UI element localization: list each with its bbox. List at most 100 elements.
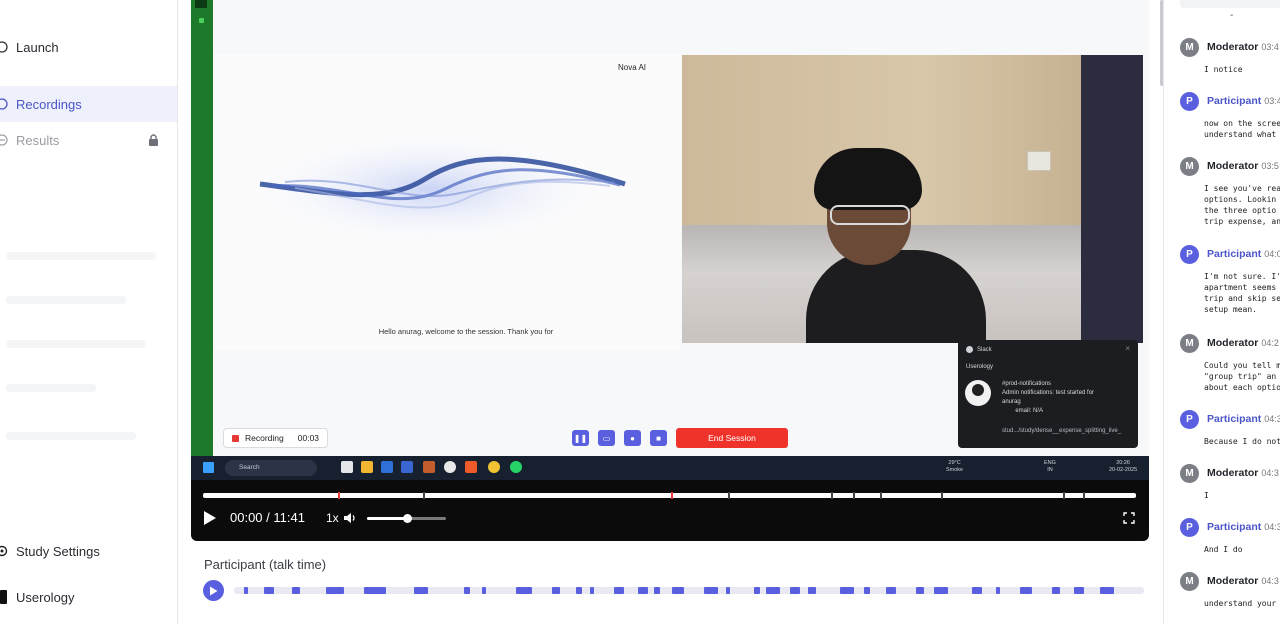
org-name: Userology xyxy=(16,589,75,605)
timestamp: 04:3 xyxy=(1261,468,1279,478)
transcript-entry[interactable]: M Moderator 04:3 I xyxy=(1180,463,1280,501)
timestamp: 04:0 xyxy=(1264,249,1280,259)
talk-segment xyxy=(552,587,560,594)
transcript-entry[interactable]: P Participant04:3 Because I do not xyxy=(1180,409,1280,447)
lock-icon xyxy=(149,134,158,146)
sidebar-item-label: Launch xyxy=(16,39,59,55)
transcript-entry-header: P Participant04:0 xyxy=(1180,244,1280,264)
recording-time: 00:03 xyxy=(297,433,320,443)
recording-indicator: Recording 00:03 xyxy=(223,428,329,448)
transcript-text: I xyxy=(1204,491,1209,500)
timestamp: 04:2 xyxy=(1261,338,1279,348)
talk-segment xyxy=(576,587,582,594)
playback-speed-button[interactable]: 1x xyxy=(326,511,339,525)
chrome-icon xyxy=(444,461,456,473)
speaker-name: Moderator xyxy=(1207,467,1259,479)
seek-bar[interactable] xyxy=(203,492,1136,499)
transcript-text: I see you've rea options. Lookin the thr… xyxy=(1204,184,1280,226)
sidebar: Launch Recordings Results Study Settings… xyxy=(0,0,178,624)
talk-segment xyxy=(704,587,718,594)
talk-segment xyxy=(464,587,470,594)
timestamp: 03:4 xyxy=(1264,96,1280,106)
slack-notification: Slack × Userology #prod-notifications Ad… xyxy=(958,340,1138,448)
transcript-entry[interactable]: M Moderator 03:4 I notice xyxy=(1180,37,1280,75)
app-icon xyxy=(381,461,393,473)
transcript-entry-header: M Moderator 04:3 xyxy=(1180,571,1280,591)
talk-segment xyxy=(864,587,870,594)
transcript-panel: - MModerator03:4I noticePParticipant03:4… xyxy=(1163,0,1280,624)
talk-time-play-button[interactable] xyxy=(203,580,224,601)
record-icon xyxy=(0,98,8,110)
taskbar-clock: 20:26 20-02-2025 xyxy=(1109,460,1138,474)
recorded-window-edge xyxy=(191,0,213,456)
sidebar-item-recordings[interactable]: Recordings xyxy=(0,86,177,122)
timestamp: 04:3 xyxy=(1261,576,1279,586)
transcript-entry[interactable]: P Participant04:3 And I do xyxy=(1180,517,1280,555)
talk-segment xyxy=(264,587,274,594)
talk-segment xyxy=(996,587,1000,594)
sidebar-item-launch[interactable]: Launch xyxy=(0,29,177,65)
avatar: P xyxy=(1180,409,1199,429)
volume-slider[interactable] xyxy=(367,514,446,523)
speaker-name: Participant xyxy=(1207,413,1262,425)
taskbar-search: Search xyxy=(225,460,317,476)
transcript-entry-header: P Participant04:3 xyxy=(1180,517,1280,537)
transcript-text: I notice xyxy=(1204,65,1243,74)
org-switcher[interactable]: Userology xyxy=(0,579,177,615)
talk-time-track[interactable] xyxy=(234,587,1144,594)
sidebar-item-study-settings[interactable]: Study Settings xyxy=(0,533,177,569)
caption-icon: ▭ xyxy=(598,430,615,446)
talk-segment xyxy=(244,587,248,594)
avatar: M xyxy=(1180,37,1199,57)
talk-segment xyxy=(1074,587,1084,594)
transcript-text: And I do xyxy=(1204,545,1243,554)
talk-segment xyxy=(766,587,780,594)
avatar: M xyxy=(1180,463,1199,483)
talk-segment xyxy=(614,587,624,594)
talk-segment xyxy=(654,587,660,594)
transcript-text: Because I do not xyxy=(1204,437,1280,446)
fullscreen-icon[interactable] xyxy=(1123,512,1135,524)
sidebar-item-label: Study Settings xyxy=(16,543,100,559)
record-dot-icon xyxy=(232,434,239,442)
volume-icon[interactable] xyxy=(343,511,357,525)
notification-app: Slack xyxy=(977,346,992,353)
talk-segment xyxy=(726,587,730,594)
app-root: Launch Recordings Results Study Settings… xyxy=(0,0,1280,624)
transcript-entry[interactable]: M Moderator 03:5 I see you've rea options. … xyxy=(1180,156,1280,227)
transcript-entry-header: M Moderator 03:5 xyxy=(1180,156,1280,176)
talk-segment xyxy=(790,587,800,594)
talk-segment xyxy=(482,587,486,594)
talk-segment xyxy=(840,587,854,594)
avatar xyxy=(965,380,991,406)
ai-caption: Hello anurag, welcome to the session. Th… xyxy=(378,327,554,336)
talk-segment xyxy=(1052,587,1060,594)
ai-name-label: Nova AI xyxy=(618,63,647,72)
transcript-text: I'm not sure. I' apartment seems trip an… xyxy=(1204,272,1280,314)
taskbar-weather: 29°C Smoke xyxy=(946,460,964,474)
sidebar-item-label: Results xyxy=(16,132,60,148)
play-icon[interactable] xyxy=(203,510,217,526)
talk-segment xyxy=(590,587,594,594)
whatsapp-icon xyxy=(510,461,522,473)
transcript-entry-header: P Participant03:4 xyxy=(1180,91,1280,111)
ai-moderator-panel xyxy=(215,54,681,350)
talk-segment xyxy=(1100,587,1114,594)
video-player[interactable]: Nova AI Hello anurag, welcome to the ses… xyxy=(191,0,1149,541)
brave-icon xyxy=(465,461,477,473)
talk-segment xyxy=(326,587,344,594)
transcript-entry[interactable]: P Participant03:4 now on the scree underst… xyxy=(1180,91,1280,140)
timestamp: 03:5 xyxy=(1261,161,1279,171)
speaker-name: Participant xyxy=(1207,248,1262,260)
talk-segment xyxy=(638,587,648,594)
talk-segment xyxy=(916,587,924,594)
ai-voice-wave xyxy=(240,129,626,249)
close-icon: × xyxy=(1125,344,1130,353)
speaker-name: Moderator xyxy=(1207,160,1259,172)
transcript-entry[interactable]: M Moderator04:2 Could you tell m "group tr… xyxy=(1180,333,1280,393)
transcript-entry[interactable]: P Participant04:0 I'm not sure. I' apartme… xyxy=(1180,244,1280,315)
transcript-text: Could you tell m "group trip" an about e… xyxy=(1204,361,1280,392)
transcript-entry-header: M Moderator 04:3 xyxy=(1180,463,1280,483)
transcript-entry[interactable]: M Moderator 04:3 understand your xyxy=(1180,571,1280,609)
windows-icon xyxy=(203,462,214,473)
